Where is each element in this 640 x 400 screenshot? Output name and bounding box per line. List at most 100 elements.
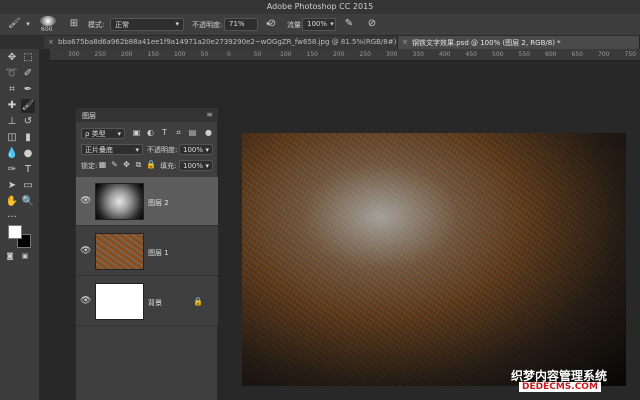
layer-row[interactable]: 👁 背景 🔒 [76, 277, 218, 326]
layer-filter-select[interactable]: ρ 类型 ▾ [81, 128, 125, 139]
lock-icon: 🔒 [193, 297, 203, 306]
ruler-tick-label: 700 [598, 51, 610, 58]
lock-transparency-icon[interactable]: ▦ [98, 160, 107, 170]
layer-name: 图层 2 [148, 199, 169, 207]
filter-toggle-icon[interactable]: ● [204, 128, 213, 138]
blur-tool-icon[interactable]: 💧 [5, 147, 19, 161]
crop-tool-icon[interactable]: ⌗ [5, 83, 19, 97]
ruler-tick-label: 450 [465, 51, 477, 58]
more-tools-icon[interactable]: ··· [5, 211, 19, 225]
eye-icon[interactable]: 👁 [80, 246, 91, 256]
chevron-down-icon[interactable]: ▾ [22, 18, 34, 30]
eye-icon[interactable]: 👁 [80, 296, 91, 306]
lock-position-icon[interactable]: ✥ [122, 160, 131, 170]
healing-tool-icon[interactable]: ✚ [5, 99, 19, 113]
layers-panel-header: 图层 ≡ [76, 108, 218, 122]
zoom-tool-icon[interactable]: 🔍 [21, 195, 35, 209]
mode-select[interactable]: 正常 ▾ [110, 18, 184, 31]
brush-tool-icon[interactable]: 🖌 [21, 99, 35, 113]
horizontal-ruler[interactable]: 300 250 200 150 100 50 0 50 100 150 200 250 300 350 40… [50, 49, 640, 61]
watermark-url: DEDECMS.COM [519, 382, 601, 392]
layers-panel: 图层 ≡ ρ 类型 ▾ ▣ ◐ T ⌗ ▤ ● 正片叠底 ▾ 不透明度: 100% ▾… [75, 108, 218, 400]
pen-tool-icon[interactable]: ✑ [5, 163, 19, 177]
lock-row: 锁定: ▦ ✎ ✥ ⧉ 🔒 填充: 100% ▾ [76, 160, 218, 172]
ruler-tick-label: 250 [94, 51, 106, 58]
brush-preset-preview[interactable] [40, 16, 56, 26]
ruler-tick-label: 350 [412, 51, 424, 58]
eraser-tool-icon[interactable]: ◫ [5, 131, 19, 145]
brush-panel-toggle-icon[interactable]: ⊞ [68, 18, 80, 30]
mode-value: 正常 [115, 21, 129, 29]
eyedropper-tool-icon[interactable]: ✒ [21, 83, 35, 97]
ruler-tick-label: 550 [518, 51, 530, 58]
layer-thumbnail [95, 183, 144, 220]
ruler-tick-label: 200 [121, 51, 133, 58]
adjustment-filter-icon[interactable]: ◐ [146, 128, 155, 138]
lock-artboard-icon[interactable]: ⧉ [134, 160, 143, 170]
ruler-tick-label: 150 [147, 51, 159, 58]
pressure-opacity-icon[interactable]: ⊘ [266, 18, 278, 30]
screen-mode-icon[interactable]: ▣ [18, 249, 32, 263]
lock-all-icon[interactable]: 🔒 [146, 160, 156, 170]
fill-label: 填充: [160, 162, 177, 170]
smart-object-filter-icon[interactable]: ▤ [188, 128, 197, 138]
pressure-size-icon[interactable]: ⊘ [366, 18, 378, 30]
path-select-icon[interactable]: ➤ [5, 179, 19, 193]
rectangle-tool-icon[interactable]: ▭ [21, 179, 35, 193]
ruler-tick-label: 100 [280, 51, 292, 58]
marquee-tool-icon[interactable]: ⬚ [21, 51, 35, 65]
blend-row: 正片叠底 ▾ 不透明度: 100% ▾ [76, 144, 218, 156]
ruler-tick-label: 400 [439, 51, 451, 58]
opacity-label: 不透明度: [192, 21, 223, 29]
title-bar: Adobe Photoshop CC 2015 [0, 0, 640, 14]
shape-filter-icon[interactable]: ⌗ [174, 128, 183, 138]
move-tool-icon[interactable]: ✥ [5, 51, 19, 65]
stamp-tool-icon[interactable]: ⊥ [5, 115, 19, 129]
document-tab-bar: × bba675ba8d6a962b88a41ee1f9a14971a20e27… [0, 36, 640, 49]
layer-row[interactable]: 👁 图层 1 [76, 227, 218, 276]
pixel-filter-icon[interactable]: ▣ [132, 128, 141, 138]
lock-pixels-icon[interactable]: ✎ [110, 160, 119, 170]
ruler-tick-label: 150 [306, 51, 318, 58]
ruler-tick-label: 50 [200, 51, 209, 58]
type-filter-icon[interactable]: T [160, 128, 169, 138]
options-bar: 🖌 ▾ 600 ⊞ 模式: 正常 ▾ 不透明度: 71% ▾ ⊘ 流量: 100%… [0, 14, 640, 36]
foreground-color-swatch[interactable] [8, 225, 22, 239]
history-brush-icon[interactable]: ↺ [21, 115, 35, 129]
ruler-tick-label: 650 [571, 51, 583, 58]
type-tool-icon[interactable]: T [21, 163, 35, 177]
close-icon[interactable]: × [48, 38, 54, 46]
lasso-tool-icon[interactable]: ➰ [5, 67, 19, 81]
dodge-tool-icon[interactable]: ● [21, 147, 35, 161]
hand-tool-icon[interactable]: ✋ [5, 195, 19, 209]
opacity-field[interactable]: 71% [224, 18, 258, 31]
quick-mask-icon[interactable]: ◙ [3, 249, 17, 263]
gradient-tool-icon[interactable]: ▮ [21, 131, 35, 145]
tab-document-2[interactable]: × 钢铁文字效果.psd @ 100% (图层 2, RGB/8) * [398, 36, 640, 49]
tab-document-1[interactable]: × bba675ba8d6a962b88a41ee1f9a14971a20e27… [44, 36, 398, 49]
layer-filter-row: ρ 类型 ▾ ▣ ◐ T ⌗ ▤ ● [76, 128, 218, 140]
brush-size-label: 600 [41, 26, 53, 33]
flow-label: 流量: [287, 21, 304, 29]
app-title: Adobe Photoshop CC 2015 [266, 2, 374, 11]
chevron-down-icon: ▾ [175, 20, 179, 28]
brush-tool-icon[interactable]: 🖌 [8, 18, 21, 30]
blend-mode-select[interactable]: 正片叠底 ▾ [81, 144, 143, 155]
opacity-value: 71% [229, 20, 245, 28]
tab-label: bba675ba8d6a962b88a41ee1f9a14971a20e2739… [58, 38, 397, 46]
mode-label: 模式: [88, 21, 105, 29]
tools-panel: ✥ ⬚ ➰ ✐ ⌗ ✒ ✚ 🖌 ⊥ ↺ ◫ ▮ 💧 ● ✑ T ➤ ▭ ✋ 🔍 … [0, 49, 40, 400]
layers-panel-title[interactable]: 图层 [82, 111, 96, 121]
layer-row[interactable]: 👁 图层 2 [76, 177, 218, 226]
airbrush-icon[interactable]: ✎ [343, 18, 355, 30]
flow-value: 100% [307, 20, 328, 28]
fill-field[interactable]: 100% ▾ [179, 160, 213, 171]
panel-menu-icon[interactable]: ≡ [206, 110, 213, 119]
eye-icon[interactable]: 👁 [80, 196, 91, 206]
layer-thumbnail [95, 283, 144, 320]
chevron-down-icon[interactable]: ▾ [326, 18, 338, 30]
document-canvas[interactable] [242, 133, 626, 386]
close-icon[interactable]: × [402, 38, 408, 46]
layer-opacity-field[interactable]: 100% ▾ [179, 144, 213, 155]
quick-select-icon[interactable]: ✐ [21, 67, 35, 81]
